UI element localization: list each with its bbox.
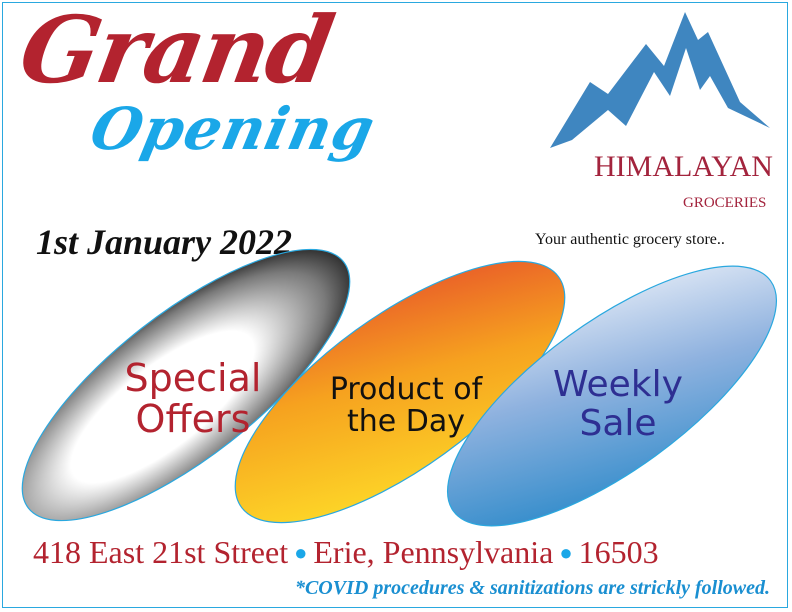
feature-line: the Day — [346, 404, 465, 440]
address-street: 418 East 21st Street — [33, 534, 289, 570]
feature-line: Offers — [135, 397, 251, 442]
bullet-dot-icon: ● — [559, 540, 573, 565]
address-zip: 16503 — [578, 534, 659, 570]
feature-product-of-the-day: Product of the Day — [308, 372, 504, 440]
address-city: Erie, Pennsylvania — [313, 534, 554, 570]
feature-line: Weekly — [553, 364, 683, 405]
feature-weekly-sale: Weekly Sale — [548, 364, 688, 444]
store-address: 418 East 21st Street ● Erie, Pennsylvania ●… — [33, 536, 659, 568]
feature-line: Special — [124, 356, 262, 400]
bullet-dot-icon: ● — [294, 540, 308, 565]
covid-notice: *COVID procedures & sanitizations are st… — [294, 577, 770, 599]
feature-line: Sale — [579, 402, 657, 444]
feature-special-offers: Special Offers — [112, 356, 274, 442]
feature-line: Product of — [329, 372, 483, 407]
feature-ovals — [21, 248, 778, 527]
